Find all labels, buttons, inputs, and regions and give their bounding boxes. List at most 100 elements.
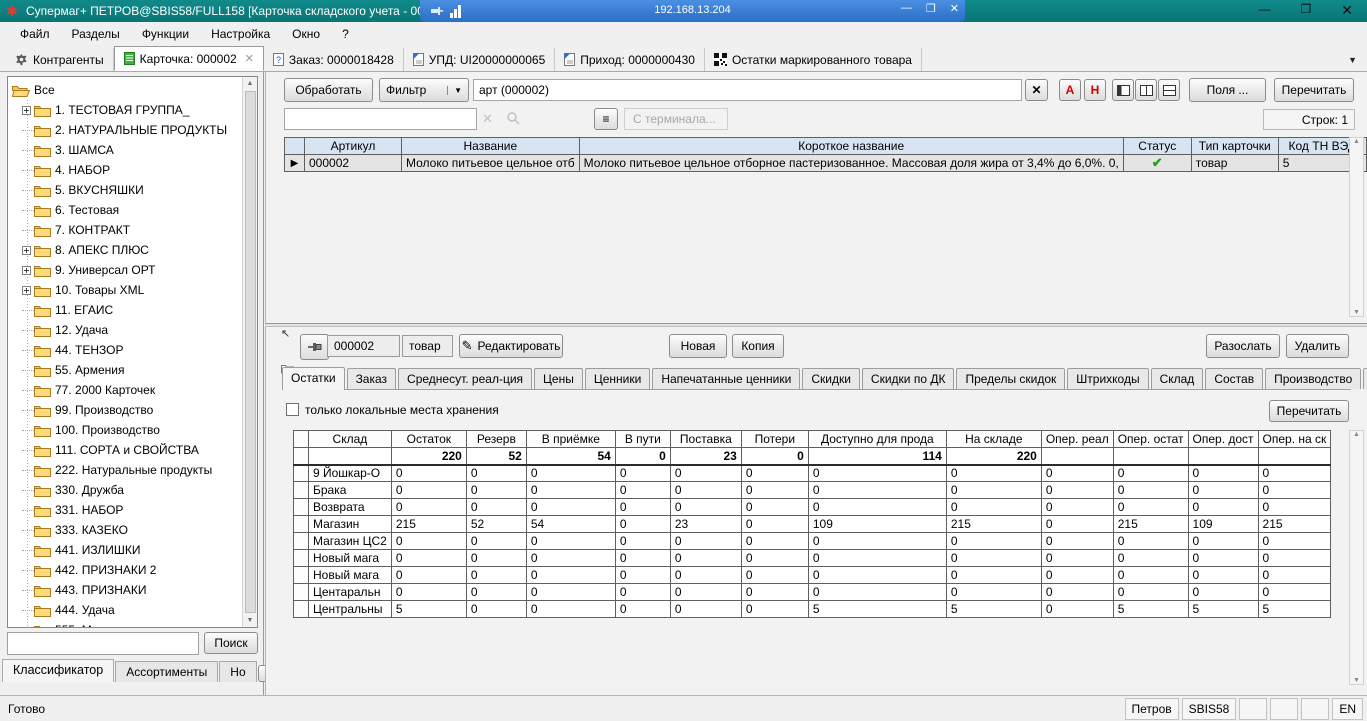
detail-tab-4[interactable]: Ценники [585,368,650,389]
filter-button[interactable]: Фильтр ▼ [379,78,469,102]
tree-item[interactable]: 4. НАБОР [22,160,242,180]
tree-item[interactable]: 8. АПЕКС ПЛЮС [22,240,242,260]
stock-table-row[interactable]: Центаральн000000000000 [294,584,1331,601]
top-pane-scrollbar[interactable]: ▲▼ [1349,137,1364,317]
menu-item-1[interactable]: Разделы [62,24,130,44]
search-icon[interactable] [506,111,520,125]
new-button[interactable]: Новая [669,334,727,358]
tree-item[interactable]: 222. Натуральные продукты [22,460,242,480]
tree-item[interactable]: 77. 2000 Карточек [22,380,242,400]
tree-search-input[interactable] [7,632,199,655]
window-minimize-button[interactable]: — [1259,2,1271,19]
detail-tab-8[interactable]: Пределы скидок [956,368,1065,389]
doc-tab-3[interactable]: УПД: UI20000000065 [404,48,555,71]
doc-tab-4[interactable]: Приход: 0000000430 [555,48,705,71]
stock-table-row[interactable]: Новый мага000000000000 [294,550,1331,567]
letter-a-button[interactable]: А [1059,79,1081,101]
layout-left-panel-button[interactable] [1112,79,1134,101]
tree-item[interactable]: 5. ВКУСНЯШКИ [22,180,242,200]
tree-item[interactable]: 331. НАБОР [22,500,242,520]
tree-item[interactable]: 330. Дружба [22,480,242,500]
column-header[interactable]: Опер. на ск [1258,431,1331,448]
column-header[interactable]: Доступно для прода [808,431,946,448]
column-header[interactable]: Тип карточки [1191,138,1278,155]
rdp-minimize-button[interactable]: — [901,2,912,15]
tree-item[interactable]: 2. НАТУРАЛЬНЫЕ ПРОДУКТЫ [22,120,242,140]
detail-tab-3[interactable]: Цены [534,368,583,389]
tree-item[interactable]: 10. Товары XML [22,280,242,300]
stock-table-row[interactable]: Возврата000000000000 [294,499,1331,516]
tree-search-button[interactable]: Поиск [204,632,258,654]
sidebar-tab-0[interactable]: Классификатор [2,659,114,682]
process-button[interactable]: Обработать [284,78,373,102]
fields-button[interactable]: Поля ... [1189,78,1266,102]
delete-button[interactable]: Удалить [1286,334,1349,358]
bottom-pane-scrollbar[interactable]: ▲▼ [1349,430,1364,685]
layout-vertical-split-button[interactable] [1135,79,1157,101]
expand-icon[interactable] [22,106,31,115]
column-header[interactable]: Артикул [305,138,402,155]
doc-tab-5[interactable]: Остатки маркированного товара [705,48,922,71]
detail-tab-7[interactable]: Скидки по ДК [862,368,955,389]
column-header[interactable]: Название [402,138,580,155]
column-header[interactable]: В приёмке [526,431,615,448]
clear-search-icon[interactable]: ✕ [482,111,493,127]
column-header[interactable]: Поставка [670,431,741,448]
tree-item[interactable]: 44. ТЕНЗОР [22,340,242,360]
scroll-up-icon[interactable]: ▲ [247,77,254,90]
tree-item[interactable]: 444. Удача [22,600,242,620]
tree-item[interactable]: 442. ПРИЗНАКИ 2 [22,560,242,580]
reread-top-button[interactable]: Перечитать [1274,78,1354,102]
scroll-down-icon[interactable]: ▼ [247,614,254,627]
menu-item-0[interactable]: Файл [10,24,60,44]
stock-table-row[interactable]: Магазин ЦС2000000000000 [294,533,1331,550]
tree-item[interactable]: 3. ШАМСА [22,140,242,160]
tree-item[interactable]: 11. ЕГАИС [22,300,242,320]
column-header[interactable]: Опер. дост [1188,431,1258,448]
detail-tab-2[interactable]: Среднесут. реал-ция [398,368,532,389]
column-header[interactable]: Потери [741,431,808,448]
tree-item[interactable]: 100. Производство [22,420,242,440]
doc-tab-1[interactable]: Карточка: 000002✕ [114,46,264,71]
quick-search-input[interactable] [284,108,477,130]
doc-tab-0[interactable]: Контрагенты [6,48,114,71]
detail-tab-5[interactable]: Напечатанные ценники [652,368,800,389]
pin-pane-button[interactable] [300,334,329,360]
detail-tab-1[interactable]: Заказ [347,368,396,389]
tree-root[interactable]: Все [12,80,242,100]
stock-table-row[interactable]: Брака000000000000 [294,482,1331,499]
layout-horizontal-split-button[interactable] [1158,79,1180,101]
tree-item[interactable]: 6. Тестовая [22,200,242,220]
detail-tab-12[interactable]: Производство [1265,368,1361,389]
sidebar-tab-1[interactable]: Ассортименты [115,661,218,682]
terminal-menu-button[interactable]: ≡ [594,108,618,130]
stock-table-row[interactable]: Центральны500000550555 [294,601,1331,618]
edit-button[interactable]: ✎ Редактировать [459,334,563,358]
column-header[interactable]: Остаток [391,431,466,448]
restore-pane-icon[interactable]: ↖ [281,327,290,340]
column-header[interactable]: Статус [1123,138,1191,155]
doc-tab-2[interactable]: ?Заказ: 0000018428 [264,48,404,71]
stock-table-row[interactable]: 9 Йошкар-О000000000000 [294,465,1331,482]
scroll-thumb[interactable] [245,91,256,613]
tree-item[interactable]: 441. ИЗЛИШКИ [22,540,242,560]
detail-tab-11[interactable]: Состав [1205,368,1263,389]
detail-tab-9[interactable]: Штрихкоды [1067,368,1148,389]
column-header[interactable]: На складе [946,431,1041,448]
tree-item[interactable]: 443. ПРИЗНАКИ [22,580,242,600]
checkbox-icon[interactable] [286,403,299,416]
expand-icon[interactable] [22,266,31,275]
local-storage-checkbox[interactable]: только локальные места хранения [286,403,499,417]
column-header[interactable]: Склад [309,431,392,448]
stock-table-row[interactable]: Магазин215525402301092150215109215 [294,516,1331,533]
tree-item[interactable]: 9. Универсал ОРТ [22,260,242,280]
tree-item[interactable]: 111. СОРТА и СВОЙСТВА [22,440,242,460]
menu-item-3[interactable]: Настройка [201,24,280,44]
column-header[interactable]: Опер. остат [1113,431,1188,448]
rdp-close-button[interactable]: ✕ [950,2,959,15]
column-header[interactable]: Резерв [466,431,526,448]
tree-item[interactable]: 333. КАЗЕКО [22,520,242,540]
filter-expression-input[interactable] [473,79,1022,101]
detail-tab-0[interactable]: Остатки [282,367,345,390]
window-close-button[interactable]: ✕ [1341,2,1353,19]
